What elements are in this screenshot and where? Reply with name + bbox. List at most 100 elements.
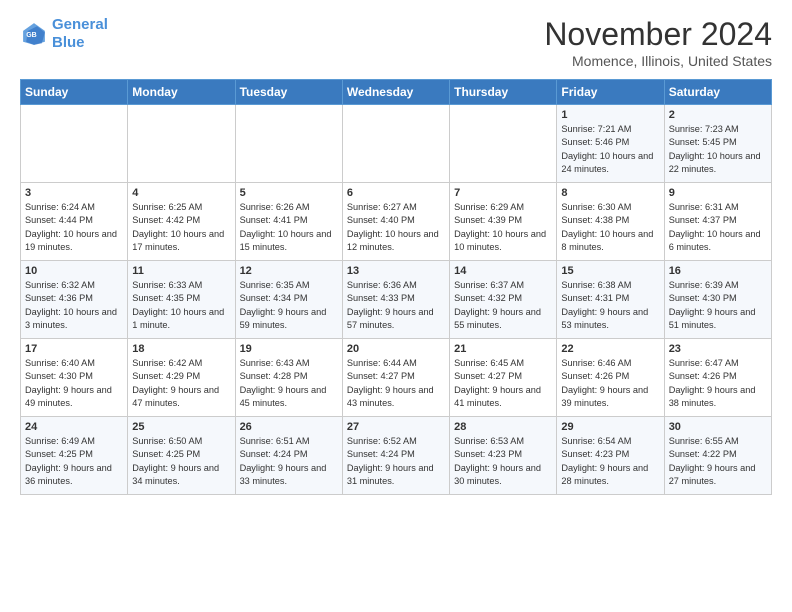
day-number: 2 <box>669 109 767 121</box>
calendar-cell: 3 Sunrise: 6:24 AM Sunset: 4:44 PM Daylig… <box>21 183 128 261</box>
day-number: 4 <box>132 187 230 199</box>
calendar-cell: 15 Sunrise: 6:38 AM Sunset: 4:31 PM Dayli… <box>557 261 664 339</box>
day-number: 9 <box>669 187 767 199</box>
day-number: 28 <box>454 421 552 433</box>
day-number: 10 <box>25 265 123 277</box>
day-number: 24 <box>25 421 123 433</box>
calendar-cell: 29Sunrise: 6:54 AM Sunset: 4:23 PM Dayli… <box>557 417 664 495</box>
day-info: Sunrise: 6:53 AM Sunset: 4:23 PM Dayligh… <box>454 435 552 488</box>
day-number: 8 <box>561 187 659 199</box>
calendar-cell: 25 Sunrise: 6:50 AM Sunset: 4:25 PM Dayli… <box>128 417 235 495</box>
calendar-table: SundayMondayTuesdayWednesdayThursdayFrid… <box>20 79 772 495</box>
day-number: 7 <box>454 187 552 199</box>
calendar-cell <box>342 105 449 183</box>
day-info: Sunrise: 6:25 AM Sunset: 4:42 PM Dayligh… <box>132 201 230 254</box>
day-info: Sunrise: 6:44 AM Sunset: 4:27 PM Dayligh… <box>347 357 445 410</box>
weekday-header-row: SundayMondayTuesdayWednesdayThursdayFrid… <box>21 80 772 105</box>
calendar-cell: 9 Sunrise: 6:31 AM Sunset: 4:37 PM Daylig… <box>664 183 771 261</box>
day-number: 3 <box>25 187 123 199</box>
day-number: 19 <box>240 343 338 355</box>
day-number: 26 <box>240 421 338 433</box>
day-info: Sunrise: 6:47 AM Sunset: 4:26 PM Dayligh… <box>669 357 767 410</box>
day-info: Sunrise: 6:54 AM Sunset: 4:23 PM Dayligh… <box>561 435 659 488</box>
calendar-cell <box>21 105 128 183</box>
day-number: 27 <box>347 421 445 433</box>
logo-icon: GB <box>20 20 48 48</box>
calendar-cell: 5 Sunrise: 6:26 AM Sunset: 4:41 PM Daylig… <box>235 183 342 261</box>
day-number: 23 <box>669 343 767 355</box>
day-info: Sunrise: 6:49 AM Sunset: 4:25 PM Dayligh… <box>25 435 123 488</box>
day-info: Sunrise: 6:39 AM Sunset: 4:30 PM Dayligh… <box>669 279 767 332</box>
calendar-week-3: 10 Sunrise: 6:32 AM Sunset: 4:36 PM Dayli… <box>21 261 772 339</box>
day-info: Sunrise: 6:45 AM Sunset: 4:27 PM Dayligh… <box>454 357 552 410</box>
day-number: 20 <box>347 343 445 355</box>
day-info: Sunrise: 6:50 AM Sunset: 4:25 PM Dayligh… <box>132 435 230 488</box>
calendar-week-2: 3 Sunrise: 6:24 AM Sunset: 4:44 PM Daylig… <box>21 183 772 261</box>
day-info: Sunrise: 6:55 AM Sunset: 4:22 PM Dayligh… <box>669 435 767 488</box>
day-number: 6 <box>347 187 445 199</box>
calendar-week-4: 17Sunrise: 6:40 AM Sunset: 4:30 PM Dayli… <box>21 339 772 417</box>
day-info: Sunrise: 6:27 AM Sunset: 4:40 PM Dayligh… <box>347 201 445 254</box>
logo-line1: General <box>52 16 108 33</box>
calendar-week-5: 24 Sunrise: 6:49 AM Sunset: 4:25 PM Dayli… <box>21 417 772 495</box>
calendar-cell: 23 Sunrise: 6:47 AM Sunset: 4:26 PM Dayli… <box>664 339 771 417</box>
svg-text:GB: GB <box>26 32 37 39</box>
calendar-cell: 2 Sunrise: 7:23 AM Sunset: 5:45 PM Daylig… <box>664 105 771 183</box>
weekday-header-sunday: Sunday <box>21 80 128 105</box>
calendar-cell: 22 Sunrise: 6:46 AM Sunset: 4:26 PM Dayli… <box>557 339 664 417</box>
day-info: Sunrise: 6:30 AM Sunset: 4:38 PM Dayligh… <box>561 201 659 254</box>
calendar-cell: 6 Sunrise: 6:27 AM Sunset: 4:40 PM Daylig… <box>342 183 449 261</box>
day-number: 25 <box>132 421 230 433</box>
calendar-cell: 14 Sunrise: 6:37 AM Sunset: 4:32 PM Dayli… <box>450 261 557 339</box>
calendar-cell <box>450 105 557 183</box>
day-number: 12 <box>240 265 338 277</box>
day-info: Sunrise: 6:29 AM Sunset: 4:39 PM Dayligh… <box>454 201 552 254</box>
calendar-cell: 19 Sunrise: 6:43 AM Sunset: 4:28 PM Dayli… <box>235 339 342 417</box>
calendar-cell: 17Sunrise: 6:40 AM Sunset: 4:30 PM Dayli… <box>21 339 128 417</box>
month-title: November 2024 <box>544 16 772 53</box>
calendar-cell: 27 Sunrise: 6:52 AM Sunset: 4:24 PM Dayli… <box>342 417 449 495</box>
day-number: 30 <box>669 421 767 433</box>
weekday-header-wednesday: Wednesday <box>342 80 449 105</box>
calendar-cell <box>235 105 342 183</box>
day-number: 16 <box>669 265 767 277</box>
calendar-cell <box>128 105 235 183</box>
day-number: 14 <box>454 265 552 277</box>
day-number: 5 <box>240 187 338 199</box>
day-number: 22 <box>561 343 659 355</box>
day-number: 15 <box>561 265 659 277</box>
day-info: Sunrise: 6:32 AM Sunset: 4:36 PM Dayligh… <box>25 279 123 332</box>
day-info: Sunrise: 6:24 AM Sunset: 4:44 PM Dayligh… <box>25 201 123 254</box>
day-info: Sunrise: 6:46 AM Sunset: 4:26 PM Dayligh… <box>561 357 659 410</box>
page: GB General Blue November 2024 Momence, I… <box>0 0 792 505</box>
day-number: 17 <box>25 343 123 355</box>
weekday-header-friday: Friday <box>557 80 664 105</box>
day-info: Sunrise: 6:52 AM Sunset: 4:24 PM Dayligh… <box>347 435 445 488</box>
day-info: Sunrise: 6:35 AM Sunset: 4:34 PM Dayligh… <box>240 279 338 332</box>
day-info: Sunrise: 6:51 AM Sunset: 4:24 PM Dayligh… <box>240 435 338 488</box>
day-info: Sunrise: 6:43 AM Sunset: 4:28 PM Dayligh… <box>240 357 338 410</box>
calendar-cell: 28 Sunrise: 6:53 AM Sunset: 4:23 PM Dayli… <box>450 417 557 495</box>
calendar-cell: 11Sunrise: 6:33 AM Sunset: 4:35 PM Dayli… <box>128 261 235 339</box>
calendar-header: SundayMondayTuesdayWednesdayThursdayFrid… <box>21 80 772 105</box>
calendar-cell: 20 Sunrise: 6:44 AM Sunset: 4:27 PM Dayli… <box>342 339 449 417</box>
calendar-cell: 4 Sunrise: 6:25 AM Sunset: 4:42 PM Daylig… <box>128 183 235 261</box>
day-info: Sunrise: 6:37 AM Sunset: 4:32 PM Dayligh… <box>454 279 552 332</box>
day-number: 13 <box>347 265 445 277</box>
day-number: 11 <box>132 265 230 277</box>
weekday-header-thursday: Thursday <box>450 80 557 105</box>
day-info: Sunrise: 7:23 AM Sunset: 5:45 PM Dayligh… <box>669 123 767 176</box>
calendar-cell: 26 Sunrise: 6:51 AM Sunset: 4:24 PM Dayli… <box>235 417 342 495</box>
weekday-header-saturday: Saturday <box>664 80 771 105</box>
calendar-cell: 12 Sunrise: 6:35 AM Sunset: 4:34 PM Dayli… <box>235 261 342 339</box>
day-info: Sunrise: 6:38 AM Sunset: 4:31 PM Dayligh… <box>561 279 659 332</box>
day-info: Sunrise: 6:31 AM Sunset: 4:37 PM Dayligh… <box>669 201 767 254</box>
calendar-cell: 18Sunrise: 6:42 AM Sunset: 4:29 PM Dayli… <box>128 339 235 417</box>
calendar-cell: 30 Sunrise: 6:55 AM Sunset: 4:22 PM Dayli… <box>664 417 771 495</box>
weekday-header-tuesday: Tuesday <box>235 80 342 105</box>
calendar-cell: 16 Sunrise: 6:39 AM Sunset: 4:30 PM Dayli… <box>664 261 771 339</box>
calendar-cell: 8 Sunrise: 6:30 AM Sunset: 4:38 PM Daylig… <box>557 183 664 261</box>
day-info: Sunrise: 6:26 AM Sunset: 4:41 PM Dayligh… <box>240 201 338 254</box>
calendar-cell: 1Sunrise: 7:21 AM Sunset: 5:46 PM Daylig… <box>557 105 664 183</box>
calendar-cell: 7 Sunrise: 6:29 AM Sunset: 4:39 PM Daylig… <box>450 183 557 261</box>
